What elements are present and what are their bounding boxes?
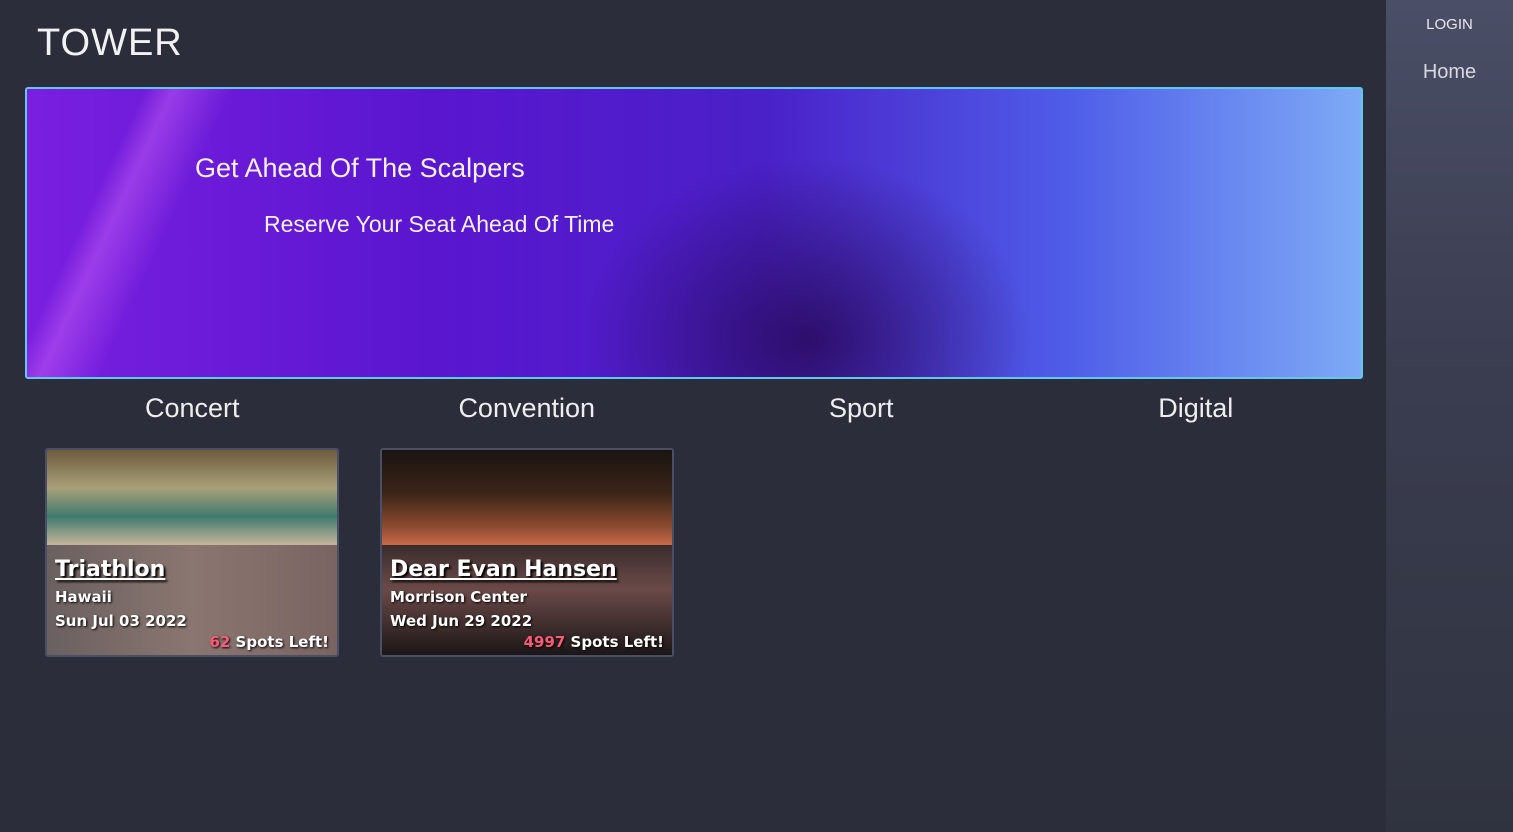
- spots-label: Spots Left!: [230, 633, 329, 651]
- category-tabs: Concert Convention Sport Digital: [25, 393, 1363, 424]
- event-spots: 4997 Spots Left!: [524, 633, 664, 651]
- event-image: [382, 450, 672, 545]
- tab-sport[interactable]: Sport: [694, 393, 1029, 424]
- event-title[interactable]: Dear Evan Hansen: [390, 557, 664, 582]
- login-link[interactable]: LOGIN: [1386, 16, 1513, 33]
- hero-title: Get Ahead Of The Scalpers: [195, 153, 525, 183]
- sidebar-nav: LOGIN Home: [1386, 0, 1513, 832]
- tab-concert[interactable]: Concert: [25, 393, 360, 424]
- hero-subtitle: Reserve Your Seat Ahead Of Time: [264, 211, 615, 237]
- brand-logo: TOWER: [37, 22, 183, 64]
- event-spots: 62 Spots Left!: [209, 633, 329, 651]
- event-title[interactable]: Triathlon: [55, 557, 329, 582]
- event-image: [47, 450, 337, 545]
- event-location: Hawaii: [55, 588, 112, 606]
- event-date: Wed Jun 29 2022: [390, 612, 533, 630]
- hero-banner: Get Ahead Of The Scalpers Reserve Your S…: [25, 87, 1363, 379]
- spots-count: 4997: [523, 633, 566, 651]
- event-location: Morrison Center: [390, 588, 527, 606]
- spots-count: 62: [209, 633, 231, 651]
- spots-label: Spots Left!: [565, 633, 664, 651]
- home-link[interactable]: Home: [1386, 61, 1513, 84]
- event-card[interactable]: Dear Evan Hansen Morrison Center Wed Jun…: [380, 448, 674, 657]
- event-card[interactable]: Triathlon Hawaii Sun Jul 03 2022 62 Spot…: [45, 448, 339, 657]
- tab-convention[interactable]: Convention: [360, 393, 695, 424]
- event-date: Sun Jul 03 2022: [55, 612, 187, 630]
- tab-digital[interactable]: Digital: [1029, 393, 1364, 424]
